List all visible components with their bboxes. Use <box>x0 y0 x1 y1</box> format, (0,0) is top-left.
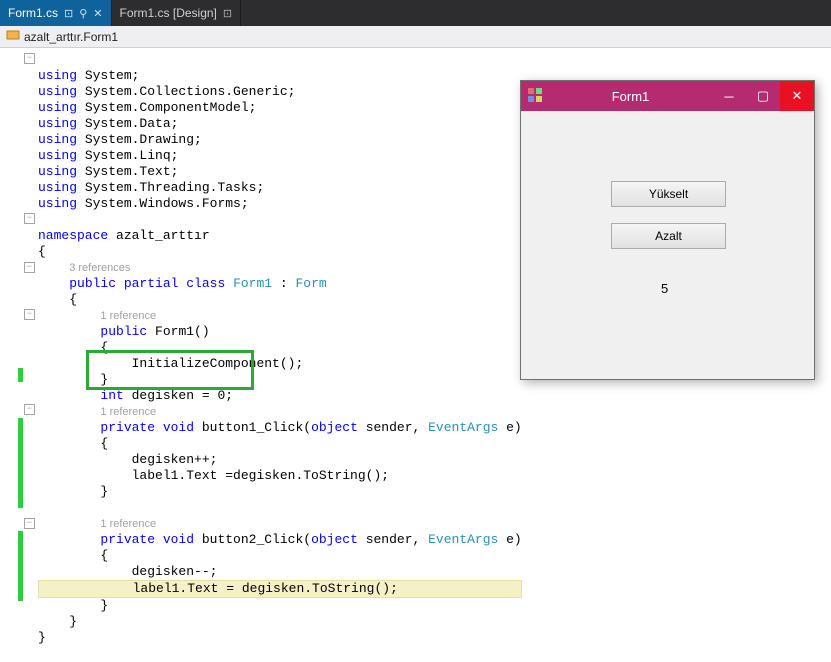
value-label: 5 <box>661 281 668 296</box>
breadcrumb-text: azalt_arttır.Form1 <box>24 30 118 44</box>
class-icon <box>6 28 20 45</box>
pin-icon[interactable]: ⊡ <box>223 7 232 20</box>
thumbtack-icon[interactable]: ⚲ <box>79 7 87 20</box>
app-icon <box>527 87 543 106</box>
fold-icon[interactable]: − <box>24 309 35 320</box>
fold-icon[interactable]: − <box>24 262 35 273</box>
tab-inactive[interactable]: Form1.cs [Design] ⊡ <box>112 0 242 26</box>
form-client-area: Yükselt Azalt 5 <box>521 111 814 379</box>
pin-icon[interactable]: ⊡ <box>64 7 73 20</box>
change-marker <box>18 368 23 382</box>
fold-icon[interactable]: − <box>24 53 35 64</box>
close-icon[interactable]: ✕ <box>93 7 102 20</box>
maximize-button[interactable]: ▢ <box>746 81 780 111</box>
gutter: − − − − − − <box>0 48 38 634</box>
tab-bar: Form1.cs ⊡ ⚲ ✕ Form1.cs [Design] ⊡ <box>0 0 831 26</box>
change-marker <box>18 531 23 601</box>
fold-icon[interactable]: − <box>24 518 35 529</box>
yukselt-button[interactable]: Yükselt <box>611 181 726 207</box>
window-title: Form1 <box>549 89 712 104</box>
azalt-button[interactable]: Azalt <box>611 223 726 249</box>
close-button[interactable]: ✕ <box>780 81 814 111</box>
tab-active[interactable]: Form1.cs ⊡ ⚲ ✕ <box>0 0 112 26</box>
fold-icon[interactable]: − <box>24 404 35 415</box>
code-area[interactable]: using System; using System.Collections.G… <box>38 48 522 634</box>
winform-window: Form1 ─ ▢ ✕ Yükselt Azalt 5 <box>520 80 815 380</box>
tab-label: Form1.cs [Design] <box>120 6 217 20</box>
change-marker <box>18 418 23 508</box>
breadcrumb[interactable]: azalt_arttır.Form1 <box>0 26 831 48</box>
titlebar[interactable]: Form1 ─ ▢ ✕ <box>521 81 814 111</box>
fold-icon[interactable]: − <box>24 213 35 224</box>
tab-label: Form1.cs <box>8 6 58 20</box>
minimize-button[interactable]: ─ <box>712 81 746 111</box>
